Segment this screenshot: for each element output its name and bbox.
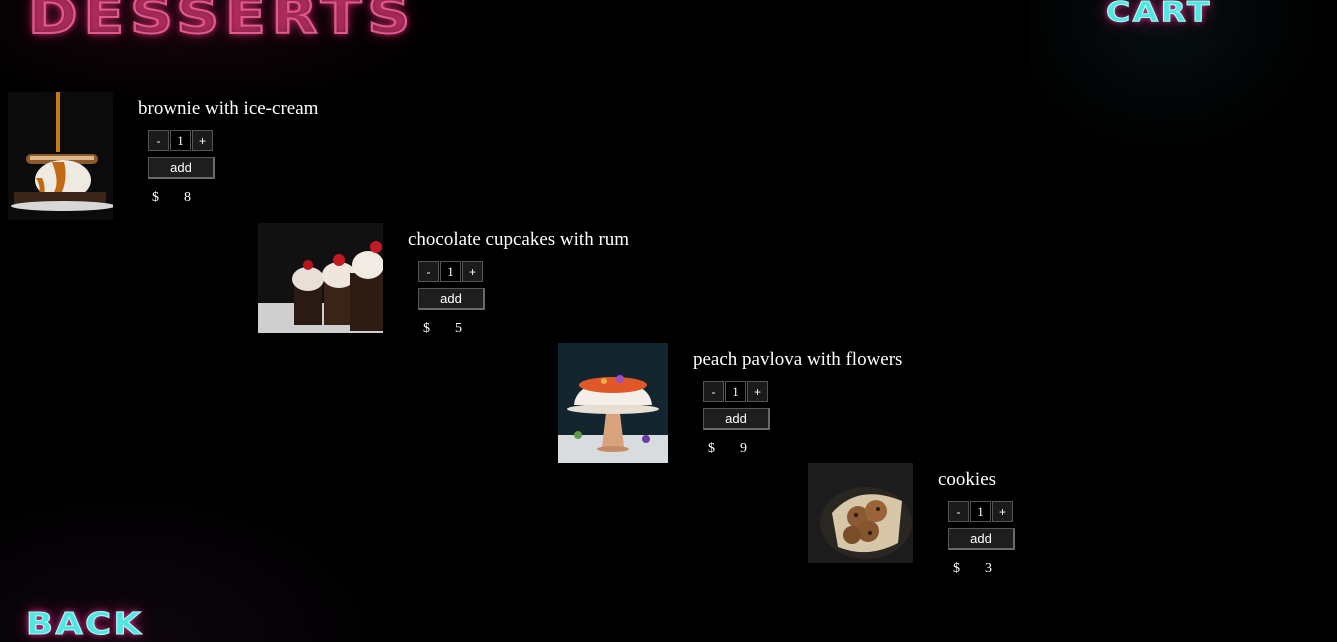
decrease-button[interactable]: - [148, 130, 169, 151]
quantity-stepper: - 1 + [948, 501, 1014, 522]
quantity-value[interactable]: 1 [970, 501, 991, 522]
page-title: DESSERTS [27, 0, 417, 46]
product-name: brownie with ice-cream [138, 98, 319, 119]
product-image-brownie [8, 92, 113, 220]
increase-button[interactable]: + [192, 130, 213, 151]
product-name: chocolate cupcakes with rum [408, 229, 630, 250]
price: $ 3 [953, 561, 992, 577]
decrease-button[interactable]: - [948, 501, 969, 522]
add-button[interactable]: add [148, 157, 215, 179]
currency-symbol: $ [708, 441, 715, 456]
quantity-stepper: - 1 + [418, 261, 484, 282]
decrease-button[interactable]: - [703, 381, 724, 402]
quantity-value[interactable]: 1 [170, 130, 191, 151]
currency-symbol: $ [423, 321, 430, 336]
price-value: 5 [455, 321, 462, 336]
price-value: 9 [740, 441, 747, 456]
decrease-button[interactable]: - [418, 261, 439, 282]
add-button[interactable]: add [418, 288, 485, 310]
back-link[interactable]: BACK [25, 609, 143, 640]
add-button[interactable]: add [948, 528, 1015, 550]
price: $ 5 [423, 321, 462, 337]
price-value: 8 [184, 190, 191, 205]
price: $ 9 [708, 441, 747, 457]
increase-button[interactable]: + [747, 381, 768, 402]
price-value: 3 [985, 561, 992, 576]
product-image-cookies [808, 463, 913, 563]
add-button[interactable]: add [703, 408, 770, 430]
increase-button[interactable]: + [992, 501, 1013, 522]
quantity-stepper: - 1 + [703, 381, 769, 402]
product-image-pavlova [558, 343, 668, 463]
price: $ 8 [152, 190, 191, 206]
quantity-value[interactable]: 1 [725, 381, 746, 402]
product-name: cookies [938, 469, 997, 490]
product-image-cupcakes [258, 223, 383, 333]
cart-link[interactable]: CART [1105, 0, 1212, 26]
currency-symbol: $ [152, 190, 159, 205]
quantity-value[interactable]: 1 [440, 261, 461, 282]
product-name: peach pavlova with flowers [693, 349, 903, 370]
quantity-stepper: - 1 + [148, 130, 214, 151]
currency-symbol: $ [953, 561, 960, 576]
increase-button[interactable]: + [462, 261, 483, 282]
